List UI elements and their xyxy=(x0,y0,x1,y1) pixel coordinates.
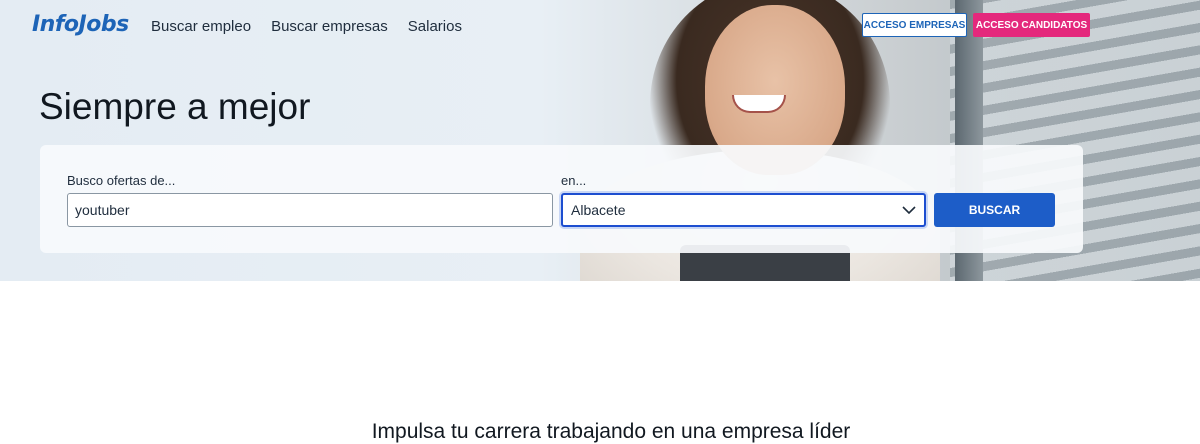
location-select-value: Albacete xyxy=(571,202,626,218)
hero-title: Siempre a mejor xyxy=(39,86,311,127)
keyword-input-value: youtuber xyxy=(75,202,130,218)
search-form: Busco ofertas de... youtuber en... Albac… xyxy=(40,145,1083,253)
chevron-down-icon xyxy=(902,206,916,215)
location-select[interactable]: Albacete xyxy=(561,193,926,227)
buscar-button[interactable]: BUSCAR xyxy=(934,193,1055,227)
nav-buscar-empresas[interactable]: Buscar empresas xyxy=(271,18,388,35)
nav-salarios[interactable]: Salarios xyxy=(408,18,462,35)
hero-banner: InfoJobs Buscar empleo Buscar empresas S… xyxy=(0,0,1200,281)
main-nav: Buscar empleo Buscar empresas Salarios xyxy=(151,18,482,35)
location-label: en... xyxy=(561,173,587,188)
acceso-empresas-button[interactable]: ACCESO EMPRESAS xyxy=(862,13,967,37)
site-header: InfoJobs Buscar empleo Buscar empresas S… xyxy=(0,0,1200,52)
section-heading: Impulsa tu carrera trabajando en una emp… xyxy=(371,420,851,443)
nav-buscar-empleo[interactable]: Buscar empleo xyxy=(151,18,251,35)
infojobs-logo[interactable]: InfoJobs xyxy=(32,12,129,37)
keyword-input[interactable]: youtuber xyxy=(67,193,553,227)
acceso-candidatos-button[interactable]: ACCESO CANDIDATOS xyxy=(973,13,1090,37)
keyword-label: Busco ofertas de... xyxy=(67,173,176,188)
